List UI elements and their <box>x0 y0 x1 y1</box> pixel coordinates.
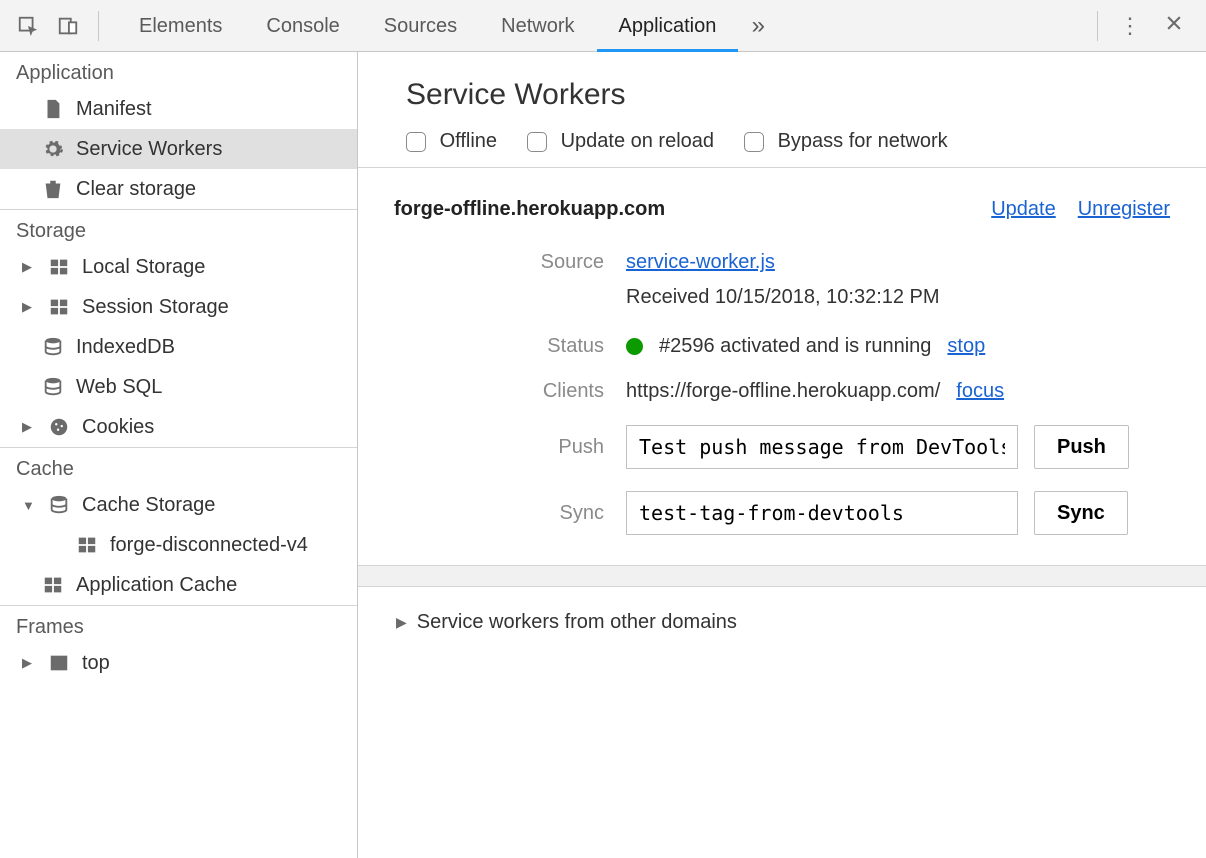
sidebar-item-label: Local Storage <box>82 256 205 279</box>
label-clients: Clients <box>394 380 604 403</box>
database-icon <box>46 492 72 518</box>
table-icon <box>46 254 72 280</box>
sidebar-item-cache-storage[interactable]: ▼ Cache Storage <box>0 485 357 525</box>
checkbox-icon[interactable] <box>527 132 547 152</box>
option-label: Bypass for network <box>778 130 948 152</box>
expand-icon: ▶ <box>22 419 36 435</box>
device-toolbar-icon[interactable] <box>48 6 88 46</box>
sidebar-section-frames: Frames <box>0 605 357 643</box>
sidebar-item-label: forge-disconnected-v4 <box>110 534 308 557</box>
status-text: #2596 activated and is running <box>659 335 931 358</box>
expand-icon: ▶ <box>22 299 36 315</box>
sidebar-item-label: top <box>82 652 110 675</box>
expand-icon: ▶ <box>22 655 36 671</box>
other-domains-toggle[interactable]: ▶ Service workers from other domains <box>358 587 1206 658</box>
sidebar-section-storage: Storage <box>0 209 357 247</box>
checkbox-icon[interactable] <box>406 132 426 152</box>
push-button[interactable]: Push <box>1034 425 1129 469</box>
sync-button[interactable]: Sync <box>1034 491 1128 535</box>
trash-icon <box>40 176 66 202</box>
database-icon <box>40 374 66 400</box>
service-workers-panel: Service Workers Offline Update on reload… <box>358 52 1206 858</box>
sidebar-item-frame-top[interactable]: ▶ top <box>0 643 357 683</box>
other-domains-label: Service workers from other domains <box>417 611 737 634</box>
panel-options: Offline Update on reload Bypass for netw… <box>406 130 1158 153</box>
sidebar-item-clear-storage[interactable]: Clear storage <box>0 169 357 209</box>
option-offline[interactable]: Offline <box>406 130 497 153</box>
update-link[interactable]: Update <box>991 198 1056 221</box>
sidebar-section-cache: Cache <box>0 447 357 485</box>
tab-console[interactable]: Console <box>244 0 361 52</box>
stop-link[interactable]: stop <box>947 335 985 358</box>
sidebar-section-application: Application <box>0 52 357 89</box>
cookie-icon <box>46 414 72 440</box>
sw-origin: forge-offline.herokuapp.com <box>394 198 665 221</box>
sidebar-item-service-workers[interactable]: Service Workers <box>0 129 357 169</box>
sidebar-item-application-cache[interactable]: Application Cache <box>0 565 357 605</box>
panel-title: Service Workers <box>406 78 1158 112</box>
section-gap <box>358 565 1206 587</box>
expand-icon: ▶ <box>22 259 36 275</box>
label-sync: Sync <box>394 502 604 525</box>
sidebar-item-cache-entry[interactable]: forge-disconnected-v4 <box>0 525 357 565</box>
sidebar-item-cookies[interactable]: ▶ Cookies <box>0 407 357 447</box>
frame-icon <box>46 650 72 676</box>
sidebar-item-label: Web SQL <box>76 376 162 399</box>
sidebar-item-label: Application Cache <box>76 574 237 597</box>
focus-link[interactable]: focus <box>956 380 1004 403</box>
tab-elements[interactable]: Elements <box>117 0 244 52</box>
sidebar-item-label: IndexedDB <box>76 336 175 359</box>
database-icon <box>40 334 66 360</box>
sidebar-item-websql[interactable]: Web SQL <box>0 367 357 407</box>
option-update-on-reload[interactable]: Update on reload <box>527 130 714 153</box>
tab-sources[interactable]: Sources <box>362 0 479 52</box>
sync-input[interactable] <box>626 491 1018 535</box>
gear-icon <box>40 136 66 162</box>
inspect-element-icon[interactable] <box>8 6 48 46</box>
sidebar-item-label: Clear storage <box>76 178 196 201</box>
label-status: Status <box>394 335 604 358</box>
status-dot-icon <box>626 338 643 355</box>
close-icon[interactable] <box>1152 13 1196 39</box>
option-label: Update on reload <box>561 130 714 152</box>
sidebar-item-local-storage[interactable]: ▶ Local Storage <box>0 247 357 287</box>
sidebar-item-indexeddb[interactable]: IndexedDB <box>0 327 357 367</box>
table-icon <box>40 572 66 598</box>
document-icon <box>40 96 66 122</box>
checkbox-icon[interactable] <box>744 132 764 152</box>
devtools-tabbar: Elements Console Sources Network Applica… <box>0 0 1206 52</box>
label-push: Push <box>394 436 604 459</box>
table-icon <box>74 532 100 558</box>
push-input[interactable] <box>626 425 1018 469</box>
separator <box>98 11 99 41</box>
source-file-link[interactable]: service-worker.js <box>626 251 775 274</box>
separator <box>1097 11 1098 41</box>
label-source: Source <box>394 251 604 274</box>
sidebar-item-label: Service Workers <box>76 138 222 161</box>
kebab-menu-icon[interactable]: ⋮ <box>1108 13 1152 39</box>
option-bypass-for-network[interactable]: Bypass for network <box>744 130 948 153</box>
more-tabs-icon[interactable]: » <box>738 12 778 40</box>
sidebar-item-label: Cookies <box>82 416 154 439</box>
panel-tabs: Elements Console Sources Network Applica… <box>117 0 738 52</box>
option-label: Offline <box>440 130 497 152</box>
collapse-icon: ▼ <box>22 498 36 513</box>
application-sidebar: Application Manifest Service Workers Cle… <box>0 52 358 858</box>
tab-application[interactable]: Application <box>597 0 739 52</box>
service-worker-block: forge-offline.herokuapp.com Update Unreg… <box>358 168 1206 565</box>
unregister-link[interactable]: Unregister <box>1078 198 1170 221</box>
table-icon <box>46 294 72 320</box>
expand-icon: ▶ <box>396 614 407 631</box>
tab-network[interactable]: Network <box>479 0 596 52</box>
sidebar-item-label: Cache Storage <box>82 494 215 517</box>
sidebar-item-label: Session Storage <box>82 296 229 319</box>
received-timestamp: Received 10/15/2018, 10:32:12 PM <box>626 286 1170 309</box>
sidebar-item-session-storage[interactable]: ▶ Session Storage <box>0 287 357 327</box>
client-url: https://forge-offline.herokuapp.com/ <box>626 380 940 403</box>
sidebar-item-label: Manifest <box>76 98 152 121</box>
sidebar-item-manifest[interactable]: Manifest <box>0 89 357 129</box>
